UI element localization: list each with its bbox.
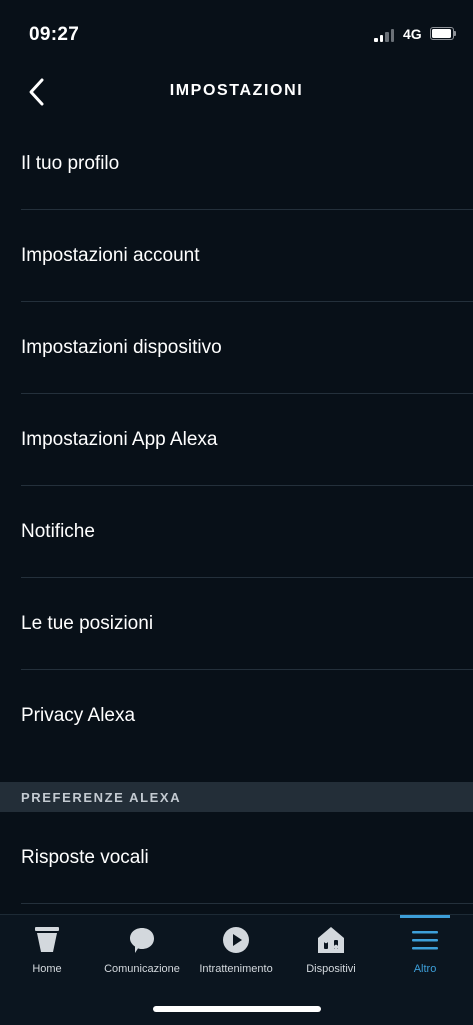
menu-item-device-settings[interactable]: Impostazioni dispositivo [0, 302, 473, 394]
hamburger-menu-icon [412, 931, 438, 950]
tab-label: Altro [413, 963, 437, 975]
menu-item-label: Le tue posizioni [21, 613, 154, 634]
smart-home-icon [318, 927, 344, 953]
menu-item-label: Impostazioni dispositivo [21, 337, 222, 358]
menu-item-app-settings[interactable]: Impostazioni App Alexa [0, 394, 473, 486]
tab-label: Comunicazione [104, 963, 180, 975]
menu-item-profile[interactable]: Il tuo profilo [0, 118, 473, 210]
play-icon [223, 927, 249, 953]
status-time: 09:27 [29, 24, 80, 45]
header: IMPOSTAZIONI [0, 60, 473, 122]
network-type: 4G [403, 26, 422, 42]
tab-devices[interactable]: Dispositivi [284, 915, 378, 985]
tab-entertainment[interactable]: Intrattenimento [189, 915, 283, 985]
preferences-menu: Risposte vocali [0, 812, 473, 904]
menu-item-voice-responses[interactable]: Risposte vocali [0, 812, 473, 904]
menu-item-label: Impostazioni account [21, 245, 200, 266]
menu-item-privacy[interactable]: Privacy Alexa [0, 670, 473, 762]
menu-item-locations[interactable]: Le tue posizioni [0, 578, 473, 670]
menu-item-label: Privacy Alexa [21, 705, 136, 726]
tab-more[interactable]: Altro [378, 915, 472, 985]
home-indicator[interactable] [153, 1006, 321, 1012]
settings-menu: Il tuo profilo Impostazioni account Impo… [0, 118, 473, 762]
speech-bubble-icon [130, 928, 154, 953]
tab-label: Dispositivi [306, 963, 356, 975]
tab-label: Intrattenimento [199, 963, 273, 975]
section-header-preferences: PREFERENZE ALEXA [0, 782, 473, 812]
tab-communication[interactable]: Comunicazione [95, 915, 189, 985]
menu-item-account-settings[interactable]: Impostazioni account [0, 210, 473, 302]
menu-item-label: Il tuo profilo [21, 153, 120, 174]
tab-label: Home [32, 963, 62, 975]
menu-item-label: Impostazioni App Alexa [21, 429, 218, 450]
page-title: IMPOSTAZIONI [169, 82, 304, 99]
battery-icon [430, 27, 456, 40]
active-tab-indicator [400, 915, 450, 918]
menu-item-label: Risposte vocali [21, 847, 149, 868]
tab-home[interactable]: Home [0, 915, 94, 985]
signal-strength-icon [374, 28, 396, 42]
home-icon [35, 927, 59, 952]
menu-item-label: Notifiche [21, 521, 95, 542]
menu-item-notifications[interactable]: Notifiche [0, 486, 473, 578]
